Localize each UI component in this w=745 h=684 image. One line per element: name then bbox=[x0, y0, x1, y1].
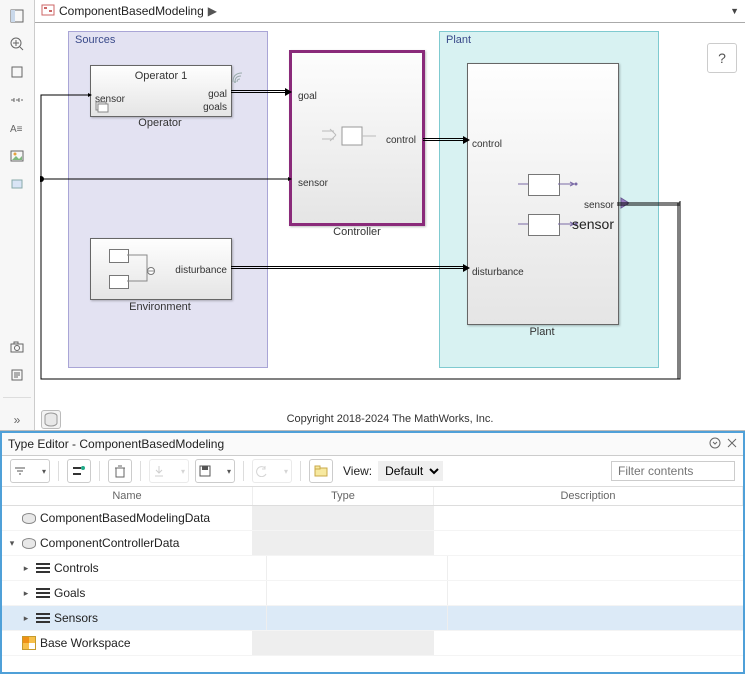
minimize-panel-icon[interactable] bbox=[709, 437, 721, 452]
copyright-text: Copyright 2018-2024 The MathWorks, Inc. bbox=[287, 413, 494, 425]
help-button[interactable]: ? bbox=[707, 43, 737, 73]
breadcrumb: ComponentBasedModeling ▶ ▼ bbox=[35, 0, 745, 23]
fit-view-icon[interactable] bbox=[7, 62, 27, 82]
import-button: ▾ bbox=[149, 459, 189, 483]
tree-row-label: Controls bbox=[54, 561, 99, 575]
annotations-icon[interactable]: A≡ bbox=[7, 118, 27, 138]
tree-row[interactable]: ▸ Goals bbox=[2, 581, 743, 606]
tree-row[interactable]: Base Workspace bbox=[2, 631, 743, 656]
breadcrumb-model[interactable]: ComponentBasedModeling bbox=[59, 4, 204, 18]
report-icon[interactable] bbox=[7, 365, 27, 385]
view-label: View: bbox=[343, 464, 372, 478]
col-desc[interactable]: Description bbox=[434, 487, 743, 505]
tree-row-label: ComponentBasedModelingData bbox=[40, 511, 210, 525]
group-sources-label: Sources bbox=[75, 34, 115, 46]
wifi-icon bbox=[232, 70, 244, 84]
col-type[interactable]: Type bbox=[253, 487, 434, 505]
expander-icon[interactable]: ▸ bbox=[20, 588, 32, 599]
delete-button[interactable] bbox=[108, 459, 132, 483]
bus-icon bbox=[36, 563, 50, 573]
operator-title: Operator 1 bbox=[91, 70, 231, 82]
open-model-button[interactable] bbox=[309, 459, 333, 483]
image-icon[interactable] bbox=[7, 146, 27, 166]
svg-text:A≡: A≡ bbox=[10, 124, 23, 134]
save-button[interactable]: ▾ bbox=[195, 459, 235, 483]
canvas-left-toolbar: A≡ » bbox=[0, 0, 35, 430]
tree-body: ComponentBasedModelingData ▾ ComponentCont… bbox=[2, 506, 743, 672]
canvas-area: ComponentBasedModeling ▶ ▼ Sources Opera… bbox=[35, 0, 745, 430]
hide-panel-icon[interactable] bbox=[7, 6, 27, 26]
data-inspector-icon[interactable] bbox=[41, 410, 61, 429]
model-icon bbox=[41, 4, 55, 19]
tree-row[interactable]: ComponentBasedModelingData bbox=[2, 506, 743, 531]
tree-row-label: Base Workspace bbox=[40, 636, 131, 650]
feedback-wires bbox=[40, 89, 700, 389]
expander-icon[interactable]: ▸ bbox=[20, 563, 32, 574]
group-plant-label: Plant bbox=[446, 34, 471, 46]
filter-input[interactable] bbox=[611, 461, 735, 481]
tree-row[interactable]: ▾ ComponentControllerData bbox=[2, 531, 743, 556]
tree-row[interactable]: ▸ Sensors bbox=[2, 606, 743, 631]
expand-icon[interactable]: » bbox=[7, 410, 27, 430]
tree-row[interactable]: ▸ Controls bbox=[2, 556, 743, 581]
camera-icon[interactable] bbox=[7, 337, 27, 357]
normal-view-icon[interactable] bbox=[7, 90, 27, 110]
close-panel-icon[interactable] bbox=[727, 437, 737, 452]
expander-icon[interactable]: ▸ bbox=[20, 613, 32, 624]
tree-header: Name Type Description bbox=[2, 487, 743, 506]
col-name[interactable]: Name bbox=[2, 487, 253, 505]
breadcrumb-menu-icon[interactable]: ▼ bbox=[730, 6, 739, 16]
tree-row-label: Goals bbox=[54, 586, 85, 600]
type-editor-toolbar: ▾ ▾ ▾ ▾ View: Default bbox=[2, 456, 743, 487]
view-select[interactable]: Default bbox=[378, 461, 443, 481]
workspace-icon bbox=[22, 636, 36, 650]
dictionary-icon bbox=[22, 538, 36, 549]
type-editor-title-bar: Type Editor - ComponentBasedModeling bbox=[2, 433, 743, 456]
tree-row-label: Sensors bbox=[54, 611, 98, 625]
bus-icon bbox=[36, 588, 50, 598]
new-bus-button[interactable] bbox=[67, 459, 91, 483]
filter-sources-button[interactable]: ▾ bbox=[10, 459, 50, 483]
tree-row-label: ComponentControllerData bbox=[40, 536, 179, 550]
diagram-footer: Copyright 2018-2024 The MathWorks, Inc. bbox=[35, 408, 745, 430]
area-icon[interactable] bbox=[7, 174, 27, 194]
model-canvas-pane: A≡ » ComponentBasedModeling ▶ ▼ bbox=[0, 0, 745, 431]
breadcrumb-chevron-icon[interactable]: ▶ bbox=[208, 4, 217, 18]
dictionary-icon bbox=[22, 513, 36, 524]
bus-icon bbox=[36, 613, 50, 623]
type-editor-title: Type Editor - ComponentBasedModeling bbox=[8, 437, 224, 451]
expander-icon[interactable]: ▾ bbox=[6, 538, 18, 549]
undo-button: ▾ bbox=[252, 459, 292, 483]
zoom-in-icon[interactable] bbox=[7, 34, 27, 54]
diagram[interactable]: Sources Operator 1 sensor goal goals Ope… bbox=[35, 23, 745, 408]
type-editor-panel: Type Editor - ComponentBasedModeling ▾ ▾ bbox=[0, 431, 745, 674]
